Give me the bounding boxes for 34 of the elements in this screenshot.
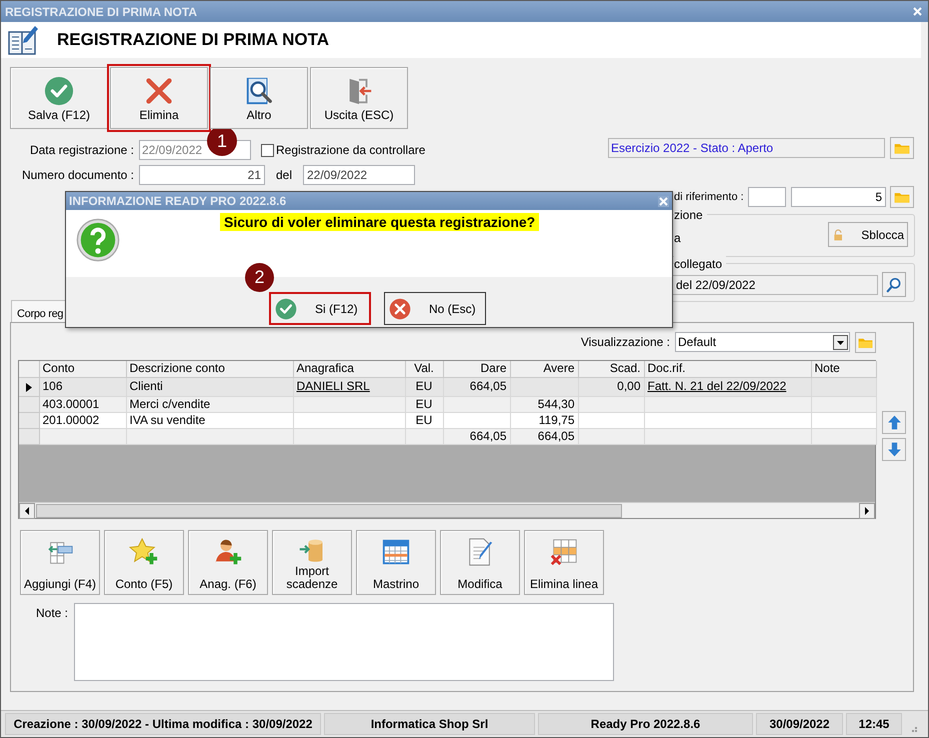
status-panel: Ready Pro 2022.8.6 [538, 712, 753, 734]
checkbox-label: Registrazione da controllare [276, 142, 426, 159]
field-label: Visualizzazione : [580, 334, 670, 351]
group-title: collegato [674, 255, 726, 273]
window-title: REGISTRAZIONE DI PRIMA NOTA [5, 4, 197, 20]
table-cell: Merci c/vendite [126, 396, 293, 412]
table-cell: 201.00002 [39, 412, 126, 428]
field-label: del [276, 167, 294, 184]
status-panel: 30/09/2022 [756, 712, 843, 734]
table-cell: EU [405, 412, 443, 428]
table-cell: EU [405, 377, 443, 396]
field-label: Numero documento : [20, 167, 134, 184]
page-title: REGISTRAZIONE DI PRIMA NOTA [57, 29, 329, 52]
table-cell: 119,75 [510, 412, 578, 428]
status-panel: Informatica Shop Srl [324, 712, 535, 734]
table-cell: 403.00001 [39, 396, 126, 412]
status-panel: Creazione : 30/09/2022 - Ultima modifica : 30/09/2022 [5, 712, 321, 734]
table-cell: 544,30 [510, 396, 578, 412]
group-text: a [674, 230, 681, 247]
status-panel: 12:45 [846, 712, 902, 734]
table-cell: 0,00 [578, 377, 644, 396]
step-marker-overlay: 2 [245, 263, 274, 292]
table-cell: EU [405, 396, 443, 412]
field-label: Data registrazione : [28, 142, 134, 159]
table-cell: 664,05 [510, 428, 578, 444]
table-cell: IVA su vendite [126, 412, 293, 428]
table-cell: 664,05 [443, 428, 510, 444]
table-cell: Clienti [126, 377, 293, 396]
table-cell: 664,05 [443, 377, 510, 396]
table-cell: 106 [39, 377, 126, 396]
field-label: Note : [34, 605, 68, 622]
dialog-title: INFORMAZIONE READY PRO 2022.8.6 [69, 193, 286, 210]
dialog-message: Sicuro di voler eliminare questa registrazione? [220, 213, 540, 231]
field-label: di riferimento : [674, 190, 743, 205]
